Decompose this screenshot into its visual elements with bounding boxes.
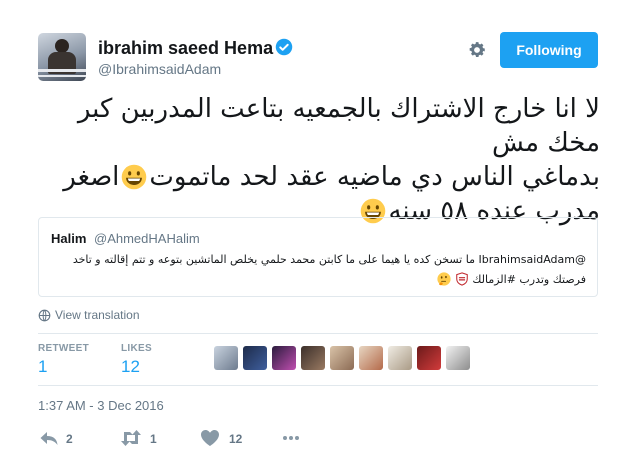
author-avatar[interactable] <box>38 33 86 81</box>
likes-stat-count[interactable]: 12 <box>121 357 140 377</box>
divider <box>38 333 598 334</box>
quoted-author-name: Halim <box>51 231 87 246</box>
likes-stat-label: LIKES <box>121 343 152 354</box>
avatar[interactable] <box>243 346 267 370</box>
quoted-text-line-2-text: فرصتك وتدرب #الزمالك <box>472 273 586 286</box>
avatar[interactable] <box>214 346 238 370</box>
retweet-count: 1 <box>150 432 157 446</box>
quoted-tweet[interactable]: Halim @AhmedHAHalim @IbrahimsaidAdam ما … <box>38 217 598 297</box>
following-button[interactable]: Following <box>500 32 598 68</box>
reply-count: 2 <box>66 432 73 446</box>
author-handle[interactable]: @IbrahimsaidAdam <box>98 61 221 77</box>
grinning-emoji-icon <box>122 164 147 190</box>
tweet-text-line-2a: بدماغي الناس دي ماضيه عقد لحد ماتموت <box>149 162 600 192</box>
tweet-text-line-2: بدماغي الناس دي ماضيه عقد لحد ماتموت اصغر <box>38 160 600 194</box>
avatar[interactable] <box>417 346 441 370</box>
avatar[interactable] <box>272 346 296 370</box>
tweet-timestamp[interactable]: 1:37 AM - 3 Dec 2016 <box>38 398 164 413</box>
tweet-text: لا انا خارج الاشتراك بالجمعيه بتاعت المد… <box>38 92 600 228</box>
heart-icon[interactable] <box>200 429 220 447</box>
quoted-author-handle: @AhmedHAHalim <box>94 231 200 246</box>
tweet-text-line-2b: اصغر <box>63 162 120 192</box>
tweet-text-line-1: لا انا خارج الاشتراك بالجمعيه بتاعت المد… <box>77 94 600 158</box>
gear-icon[interactable] <box>467 40 487 60</box>
globe-icon <box>38 309 51 322</box>
retweet-stat-label: RETWEET <box>38 343 89 354</box>
avatar[interactable] <box>301 346 325 370</box>
retweet-icon[interactable] <box>119 429 143 447</box>
thinking-emoji-icon <box>437 272 451 286</box>
verified-icon <box>275 38 293 56</box>
retweet-stat-count[interactable]: 1 <box>38 357 47 377</box>
quoted-text: @IbrahimsaidAdam ما تسخن كده يا هيما على… <box>51 250 586 290</box>
avatar[interactable] <box>388 346 412 370</box>
avatar[interactable] <box>446 346 470 370</box>
quoted-text-line-2: فرصتك وتدرب #الزمالك <box>51 270 586 290</box>
divider <box>38 385 598 386</box>
more-icon[interactable] <box>281 429 301 447</box>
quoted-text-line-1: @IbrahimsaidAdam ما تسخن كده يا هيما على… <box>72 253 586 266</box>
zamalek-badge-icon <box>456 272 468 286</box>
view-translation-link[interactable]: View translation <box>55 308 140 322</box>
avatar[interactable] <box>330 346 354 370</box>
avatar[interactable] <box>359 346 383 370</box>
reply-icon[interactable] <box>39 429 59 447</box>
like-count: 12 <box>229 432 243 446</box>
author-name[interactable]: ibrahim saeed Hema <box>98 38 273 59</box>
